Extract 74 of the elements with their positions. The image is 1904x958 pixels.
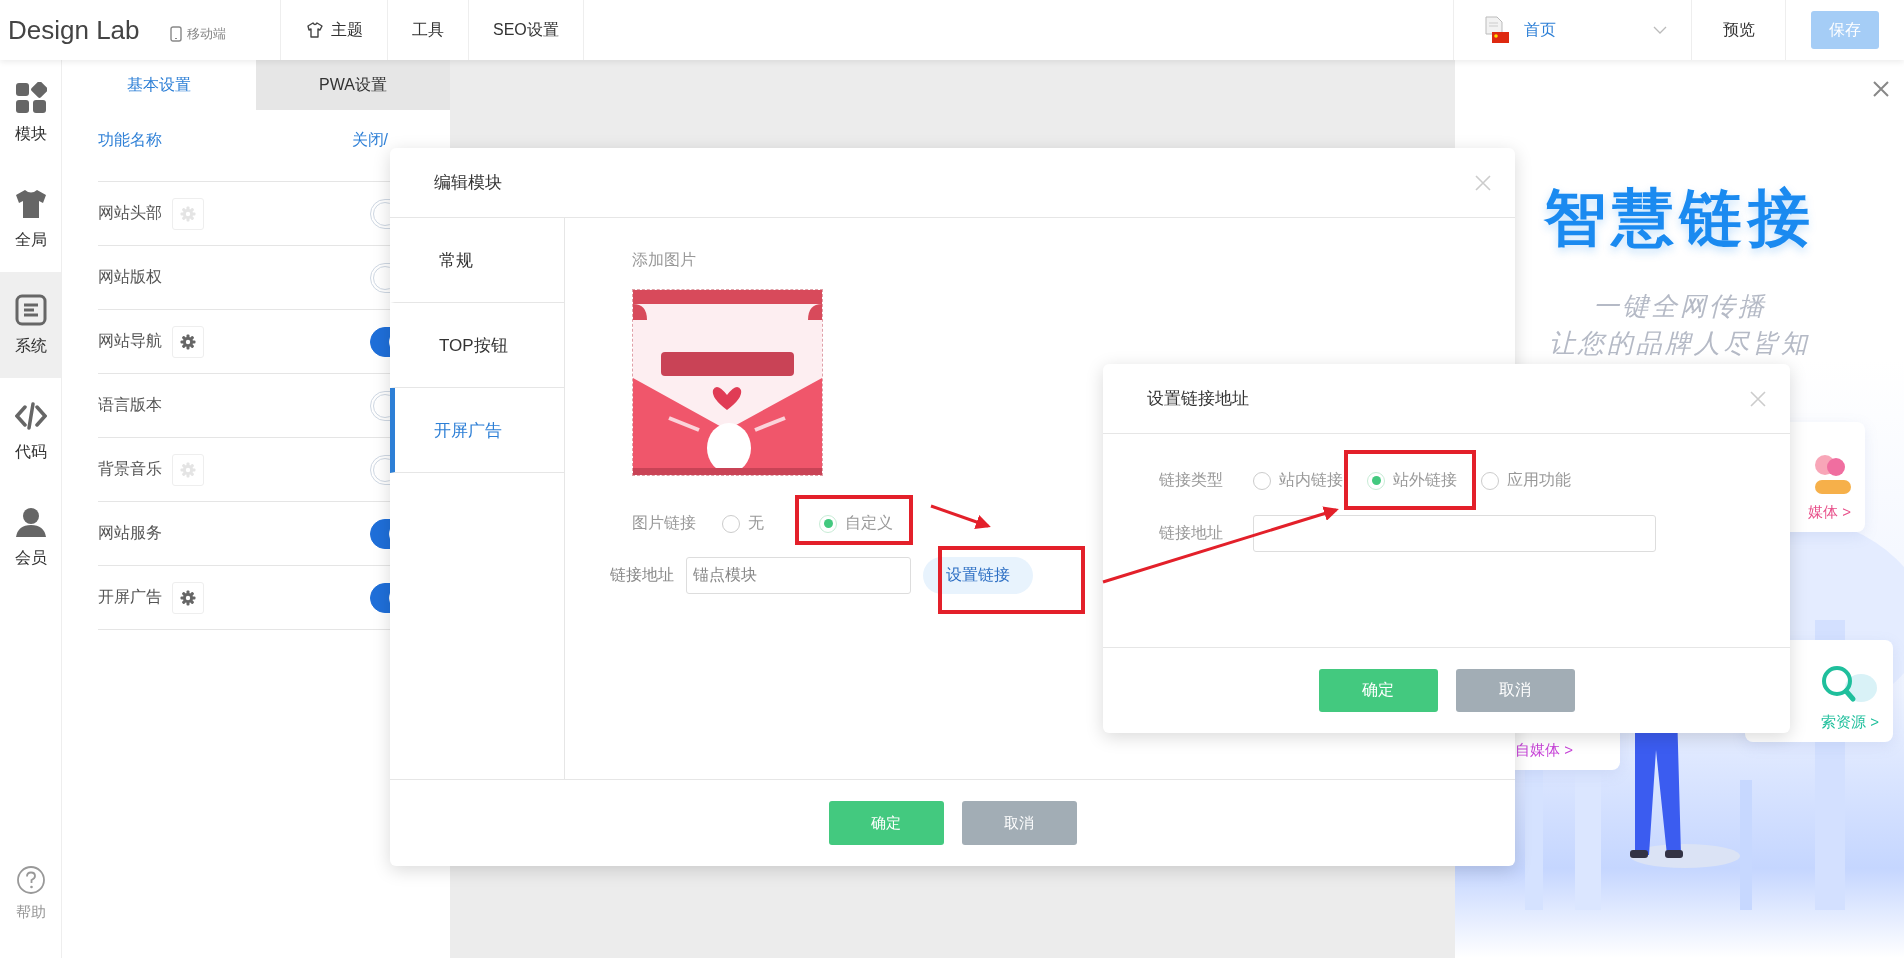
dialog-tab[interactable]: 常规 (390, 218, 564, 303)
chevron-down-icon (1653, 26, 1667, 34)
option-label: 应用功能 (1507, 470, 1571, 490)
help-icon (15, 865, 46, 895)
radio-option[interactable]: 站外链接 (1367, 470, 1457, 491)
column-header: 功能名称 (98, 130, 163, 150)
radio-option[interactable]: 站内链接 (1253, 470, 1343, 491)
close-button[interactable] (1475, 174, 1491, 191)
card-link[interactable]: 媒体 > (1808, 503, 1851, 522)
close-icon (1872, 80, 1890, 98)
set-link-button[interactable]: 设置链接 (923, 557, 1033, 594)
device-label: 移动端 (170, 8, 280, 60)
feature-name: 语言版本 (98, 395, 162, 415)
settings-tab[interactable]: PWA设置 (256, 60, 450, 110)
gear-button[interactable] (172, 581, 204, 614)
annotation-arrow (930, 504, 991, 530)
help-link[interactable]: 帮助 (0, 865, 61, 958)
gear-icon (180, 333, 196, 350)
card-link[interactable]: 自媒体 > (1515, 741, 1573, 760)
rail-item[interactable]: 模块 (0, 60, 61, 166)
option-label: 站内链接 (1279, 470, 1343, 490)
gear-icon (180, 461, 196, 478)
feature-name: 网站导航 (98, 331, 162, 351)
option-label: 自定义 (845, 513, 893, 533)
close-icon (1750, 390, 1766, 407)
dialog-title: 编辑模块 (434, 172, 502, 194)
phone-icon (170, 26, 182, 42)
field-label: 链接地址 (1159, 523, 1223, 543)
field-label: 添加图片 (632, 250, 697, 270)
close-icon (1475, 174, 1491, 191)
shirt-icon (14, 187, 47, 220)
confirm-button[interactable]: 确定 (1318, 669, 1438, 712)
feature-name: 网站版权 (98, 267, 162, 287)
gear-button[interactable] (172, 325, 204, 358)
dialog-tab[interactable]: 开屏广告 (390, 388, 564, 473)
close-button[interactable] (1872, 80, 1890, 98)
option-label: 站外链接 (1393, 470, 1457, 490)
dialog-tab[interactable]: TOP按钮 (390, 303, 564, 388)
gear-icon (180, 205, 196, 222)
option-label: 无 (748, 513, 764, 533)
card-link[interactable]: 索资源 > (1821, 713, 1879, 732)
rail-item[interactable]: 全局 (0, 166, 61, 272)
field-label: 链接类型 (1159, 470, 1223, 490)
logo-text: Design Lab (7, 13, 141, 47)
promo-title: 智慧链接 (1543, 182, 1816, 254)
feature-name: 网站服务 (98, 523, 162, 543)
field-label: 链接地址 (610, 565, 674, 585)
feature-name: 开屏广告 (98, 587, 162, 607)
rail-item[interactable]: 代码 (0, 378, 61, 484)
column-header: 关闭/ (351, 130, 388, 150)
promo-subtitle: 让您的品牌人尽皆知 (1549, 327, 1810, 360)
dialog-title: 设置链接地址 (1147, 388, 1249, 410)
cancel-button[interactable]: 取消 (1455, 669, 1575, 712)
shirt-outline-icon (305, 21, 325, 39)
rail-item[interactable]: 会员 (0, 484, 61, 590)
radio-option[interactable]: 应用功能 (1481, 470, 1571, 491)
confirm-button[interactable]: 确定 (828, 801, 944, 845)
promo-subtitle: 一键全网传播 (1592, 290, 1767, 323)
feature-name: 网站头部 (98, 203, 162, 223)
flag-document-icon (1484, 16, 1510, 44)
cancel-button[interactable]: 取消 (961, 801, 1077, 845)
user-icon (14, 505, 47, 538)
gear-icon (180, 589, 196, 606)
feature-name: 背景音乐 (98, 459, 162, 479)
blocks-icon (14, 81, 47, 114)
radio-option[interactable]: 无 (722, 513, 764, 534)
field-label: 图片链接 (632, 513, 696, 533)
radio-option[interactable]: 自定义 (819, 513, 893, 534)
rail-item[interactable]: 系统 (0, 272, 61, 378)
document-icon (14, 293, 47, 326)
address-field[interactable]: 锚点模块 (686, 557, 911, 594)
address-field[interactable] (1253, 515, 1656, 552)
code-icon (14, 399, 47, 432)
close-button[interactable] (1750, 390, 1766, 407)
